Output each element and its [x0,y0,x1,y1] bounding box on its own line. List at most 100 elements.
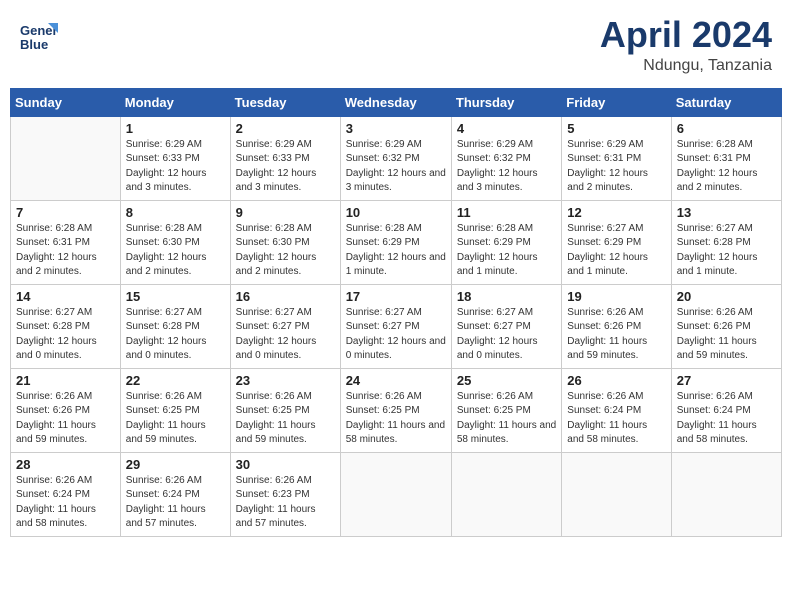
calendar-cell: 25 Sunrise: 6:26 AM Sunset: 6:25 PM Dayli… [451,368,561,452]
calendar-cell [11,116,121,200]
calendar-cell: 14Sunrise: 6:27 AM Sunset: 6:28 PM Dayli… [11,284,121,368]
day-number: 17 [346,289,446,304]
month-title: April 2024 [600,15,772,55]
logo: General Blue [20,15,62,53]
day-info: Sunrise: 6:26 AM Sunset: 6:25 PM Dayligh… [457,390,556,448]
calendar-cell: 21 Sunrise: 6:26 AM Sunset: 6:26 PM Dayli… [11,368,121,452]
calendar-cell: 18Sunrise: 6:27 AM Sunset: 6:27 PM Dayli… [451,284,561,368]
day-info: Sunrise: 6:27 AM Sunset: 6:28 PM Dayligh… [126,306,225,364]
day-info: Sunrise: 6:27 AM Sunset: 6:28 PM Dayligh… [16,306,115,364]
calendar-cell: 27Sunrise: 6:26 AM Sunset: 6:24 PM Dayli… [671,368,781,452]
day-info: Sunrise: 6:26 AM Sunset: 6:25 PM Dayligh… [236,390,335,448]
day-number: 7 [16,205,115,220]
logo-icon: General Blue [20,15,58,53]
day-info: Sunrise: 6:28 AM Sunset: 6:29 PM Dayligh… [457,222,556,280]
day-number: 2 [236,121,335,136]
day-number: 10 [346,205,446,220]
calendar-cell: 10 Sunrise: 6:28 AM Sunset: 6:29 PM Dayli… [340,200,451,284]
day-info: Sunrise: 6:28 AM Sunset: 6:30 PM Dayligh… [236,222,335,280]
day-info: Sunrise: 6:26 AM Sunset: 6:23 PM Dayligh… [236,474,335,532]
day-info: Sunrise: 6:26 AM Sunset: 6:24 PM Dayligh… [677,390,776,448]
day-number: 19 [567,289,665,304]
day-number: 30 [236,457,335,472]
day-info: Sunrise: 6:27 AM Sunset: 6:29 PM Dayligh… [567,222,665,280]
day-info: Sunrise: 6:26 AM Sunset: 6:26 PM Dayligh… [16,390,115,448]
day-number: 6 [677,121,776,136]
day-info: Sunrise: 6:26 AM Sunset: 6:25 PM Dayligh… [126,390,225,448]
calendar-table: SundayMondayTuesdayWednesdayThursdayFrid… [10,88,782,537]
day-number: 28 [16,457,115,472]
day-number: 1 [126,121,225,136]
day-info: Sunrise: 6:27 AM Sunset: 6:28 PM Dayligh… [677,222,776,280]
day-header-monday: Monday [120,88,230,116]
day-info: Sunrise: 6:27 AM Sunset: 6:27 PM Dayligh… [346,306,446,364]
calendar-week-row: 14Sunrise: 6:27 AM Sunset: 6:28 PM Dayli… [11,284,782,368]
calendar-cell: 20 Sunrise: 6:26 AM Sunset: 6:26 PM Dayli… [671,284,781,368]
calendar-cell [340,452,451,536]
day-info: Sunrise: 6:26 AM Sunset: 6:24 PM Dayligh… [16,474,115,532]
calendar-cell: 9Sunrise: 6:28 AM Sunset: 6:30 PM Daylig… [230,200,340,284]
calendar-week-row: 7 Sunrise: 6:28 AM Sunset: 6:31 PM Daylig… [11,200,782,284]
svg-text:Blue: Blue [20,37,48,52]
day-info: Sunrise: 6:29 AM Sunset: 6:33 PM Dayligh… [236,138,335,196]
day-number: 5 [567,121,665,136]
calendar-week-row: 21 Sunrise: 6:26 AM Sunset: 6:26 PM Dayli… [11,368,782,452]
calendar-header-row: SundayMondayTuesdayWednesdayThursdayFrid… [11,88,782,116]
calendar-cell: 3 Sunrise: 6:29 AM Sunset: 6:32 PM Daylig… [340,116,451,200]
calendar-cell: 13 Sunrise: 6:27 AM Sunset: 6:28 PM Dayli… [671,200,781,284]
day-number: 24 [346,373,446,388]
day-header-thursday: Thursday [451,88,561,116]
calendar-cell: 15Sunrise: 6:27 AM Sunset: 6:28 PM Dayli… [120,284,230,368]
day-number: 21 [16,373,115,388]
day-number: 4 [457,121,556,136]
day-number: 16 [236,289,335,304]
day-number: 13 [677,205,776,220]
day-number: 18 [457,289,556,304]
day-number: 25 [457,373,556,388]
day-header-wednesday: Wednesday [340,88,451,116]
day-header-saturday: Saturday [671,88,781,116]
day-number: 20 [677,289,776,304]
calendar-week-row: 28 Sunrise: 6:26 AM Sunset: 6:24 PM Dayli… [11,452,782,536]
calendar-cell: 12 Sunrise: 6:27 AM Sunset: 6:29 PM Dayli… [562,200,671,284]
day-number: 8 [126,205,225,220]
day-info: Sunrise: 6:28 AM Sunset: 6:31 PM Dayligh… [16,222,115,280]
day-info: Sunrise: 6:26 AM Sunset: 6:26 PM Dayligh… [567,306,665,364]
calendar-cell: 24 Sunrise: 6:26 AM Sunset: 6:25 PM Dayli… [340,368,451,452]
calendar-cell: 7 Sunrise: 6:28 AM Sunset: 6:31 PM Daylig… [11,200,121,284]
day-number: 11 [457,205,556,220]
day-number: 29 [126,457,225,472]
title-block: April 2024 Ndungu, Tanzania [600,15,772,75]
page-header: General Blue April 2024 Ndungu, Tanzania [10,10,782,80]
calendar-cell: 8 Sunrise: 6:28 AM Sunset: 6:30 PM Daylig… [120,200,230,284]
calendar-cell: 5 Sunrise: 6:29 AM Sunset: 6:31 PM Daylig… [562,116,671,200]
calendar-cell: 22 Sunrise: 6:26 AM Sunset: 6:25 PM Dayli… [120,368,230,452]
day-header-friday: Friday [562,88,671,116]
day-info: Sunrise: 6:29 AM Sunset: 6:32 PM Dayligh… [457,138,556,196]
day-info: Sunrise: 6:27 AM Sunset: 6:27 PM Dayligh… [236,306,335,364]
day-number: 22 [126,373,225,388]
calendar-cell [671,452,781,536]
day-info: Sunrise: 6:26 AM Sunset: 6:24 PM Dayligh… [126,474,225,532]
day-number: 26 [567,373,665,388]
location-title: Ndungu, Tanzania [600,57,772,75]
day-info: Sunrise: 6:29 AM Sunset: 6:31 PM Dayligh… [567,138,665,196]
day-info: Sunrise: 6:29 AM Sunset: 6:32 PM Dayligh… [346,138,446,196]
calendar-cell: 6Sunrise: 6:28 AM Sunset: 6:31 PM Daylig… [671,116,781,200]
calendar-cell: 23 Sunrise: 6:26 AM Sunset: 6:25 PM Dayli… [230,368,340,452]
calendar-cell: 11 Sunrise: 6:28 AM Sunset: 6:29 PM Dayli… [451,200,561,284]
day-number: 23 [236,373,335,388]
day-number: 3 [346,121,446,136]
day-info: Sunrise: 6:28 AM Sunset: 6:30 PM Dayligh… [126,222,225,280]
calendar-cell: 30 Sunrise: 6:26 AM Sunset: 6:23 PM Dayli… [230,452,340,536]
calendar-cell: 2 Sunrise: 6:29 AM Sunset: 6:33 PM Daylig… [230,116,340,200]
day-number: 12 [567,205,665,220]
day-info: Sunrise: 6:26 AM Sunset: 6:24 PM Dayligh… [567,390,665,448]
calendar-week-row: 1 Sunrise: 6:29 AM Sunset: 6:33 PM Daylig… [11,116,782,200]
day-info: Sunrise: 6:26 AM Sunset: 6:26 PM Dayligh… [677,306,776,364]
calendar-cell: 1Sunrise: 6:29 AM Sunset: 6:33 PM Daylig… [120,116,230,200]
day-info: Sunrise: 6:28 AM Sunset: 6:29 PM Dayligh… [346,222,446,280]
calendar-cell: 19 Sunrise: 6:26 AM Sunset: 6:26 PM Dayli… [562,284,671,368]
calendar-cell: 28 Sunrise: 6:26 AM Sunset: 6:24 PM Dayli… [11,452,121,536]
day-info: Sunrise: 6:26 AM Sunset: 6:25 PM Dayligh… [346,390,446,448]
